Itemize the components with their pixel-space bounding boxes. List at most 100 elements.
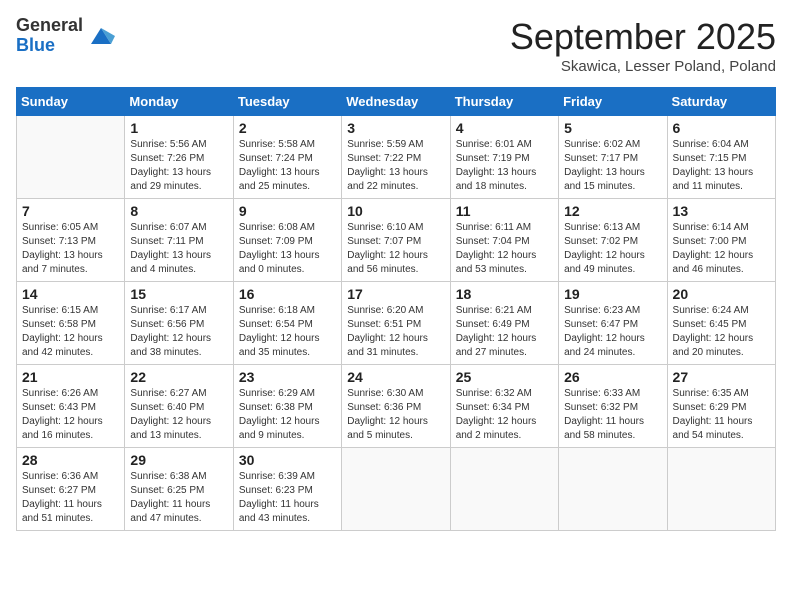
calendar-cell xyxy=(17,116,125,199)
calendar-cell: 15 Sunrise: 6:17 AM Sunset: 6:56 PM Dayli… xyxy=(125,282,233,365)
day-info: Sunrise: 6:10 AM Sunset: 7:07 PM Dayligh… xyxy=(347,221,444,277)
day-number: 2 xyxy=(239,120,336,136)
calendar-cell: 30 Sunrise: 6:39 AM Sunset: 6:23 PM Dayli… xyxy=(233,448,341,531)
day-number: 22 xyxy=(130,369,227,385)
week-row-1: 1 Sunrise: 5:56 AM Sunset: 7:26 PM Daylig… xyxy=(17,116,776,199)
calendar-cell: 11 Sunrise: 6:11 AM Sunset: 7:04 PM Dayli… xyxy=(450,199,558,282)
day-number: 23 xyxy=(239,369,336,385)
week-row-2: 7Sunrise: 6:05 AM Sunset: 7:13 PM Daylig… xyxy=(17,199,776,282)
day-number: 7 xyxy=(22,203,119,219)
day-info: Sunrise: 6:33 AM Sunset: 6:32 PM Dayligh… xyxy=(564,387,661,443)
day-info: Sunrise: 6:29 AM Sunset: 6:38 PM Dayligh… xyxy=(239,387,336,443)
week-row-3: 14Sunrise: 6:15 AM Sunset: 6:58 PM Dayli… xyxy=(17,282,776,365)
day-number: 9 xyxy=(239,203,336,219)
day-info: Sunrise: 6:11 AM Sunset: 7:04 PM Dayligh… xyxy=(456,221,553,277)
logo-blue: Blue xyxy=(16,36,83,56)
calendar-cell: 13Sunrise: 6:14 AM Sunset: 7:00 PM Dayli… xyxy=(667,199,775,282)
calendar-cell: 9 Sunrise: 6:08 AM Sunset: 7:09 PM Daylig… xyxy=(233,199,341,282)
day-info: Sunrise: 6:17 AM Sunset: 6:56 PM Dayligh… xyxy=(130,304,227,360)
calendar-cell: 24 Sunrise: 6:30 AM Sunset: 6:36 PM Dayli… xyxy=(342,365,450,448)
calendar-cell: 14Sunrise: 6:15 AM Sunset: 6:58 PM Dayli… xyxy=(17,282,125,365)
day-header-tuesday: Tuesday xyxy=(233,88,341,116)
day-header-wednesday: Wednesday xyxy=(342,88,450,116)
calendar-table: SundayMondayTuesdayWednesdayThursdayFrid… xyxy=(16,87,776,531)
title-block: September 2025 Skawica, Lesser Poland, P… xyxy=(510,16,776,75)
day-number: 27 xyxy=(673,369,770,385)
day-number: 20 xyxy=(673,286,770,302)
calendar-cell xyxy=(667,448,775,531)
day-header-monday: Monday xyxy=(125,88,233,116)
day-number: 12 xyxy=(564,203,661,219)
day-header-saturday: Saturday xyxy=(667,88,775,116)
day-number: 17 xyxy=(347,286,444,302)
day-number: 19 xyxy=(564,286,661,302)
calendar-header-row: SundayMondayTuesdayWednesdayThursdayFrid… xyxy=(17,88,776,116)
day-info: Sunrise: 5:56 AM Sunset: 7:26 PM Dayligh… xyxy=(130,138,227,194)
day-info: Sunrise: 6:38 AM Sunset: 6:25 PM Dayligh… xyxy=(130,470,227,526)
calendar-cell: 23 Sunrise: 6:29 AM Sunset: 6:38 PM Dayli… xyxy=(233,365,341,448)
calendar-cell: 1 Sunrise: 5:56 AM Sunset: 7:26 PM Daylig… xyxy=(125,116,233,199)
day-number: 1 xyxy=(130,120,227,136)
day-number: 29 xyxy=(130,452,227,468)
calendar-cell: 18 Sunrise: 6:21 AM Sunset: 6:49 PM Dayli… xyxy=(450,282,558,365)
calendar-cell: 5 Sunrise: 6:02 AM Sunset: 7:17 PM Daylig… xyxy=(559,116,667,199)
calendar-cell: 12 Sunrise: 6:13 AM Sunset: 7:02 PM Dayli… xyxy=(559,199,667,282)
calendar-cell: 16Sunrise: 6:18 AM Sunset: 6:54 PM Dayli… xyxy=(233,282,341,365)
calendar-cell: 10 Sunrise: 6:10 AM Sunset: 7:07 PM Dayli… xyxy=(342,199,450,282)
day-number: 3 xyxy=(347,120,444,136)
day-info: Sunrise: 6:27 AM Sunset: 6:40 PM Dayligh… xyxy=(130,387,227,443)
calendar-cell: 26Sunrise: 6:33 AM Sunset: 6:32 PM Dayli… xyxy=(559,365,667,448)
week-row-4: 21Sunrise: 6:26 AM Sunset: 6:43 PM Dayli… xyxy=(17,365,776,448)
day-number: 15 xyxy=(130,286,227,302)
day-info: Sunrise: 6:13 AM Sunset: 7:02 PM Dayligh… xyxy=(564,221,661,277)
day-number: 5 xyxy=(564,120,661,136)
day-info: Sunrise: 6:08 AM Sunset: 7:09 PM Dayligh… xyxy=(239,221,336,277)
day-number: 4 xyxy=(456,120,553,136)
calendar-cell: 22 Sunrise: 6:27 AM Sunset: 6:40 PM Dayli… xyxy=(125,365,233,448)
logo-icon xyxy=(87,22,115,50)
day-info: Sunrise: 6:02 AM Sunset: 7:17 PM Dayligh… xyxy=(564,138,661,194)
calendar-cell: 27 Sunrise: 6:35 AM Sunset: 6:29 PM Dayli… xyxy=(667,365,775,448)
calendar-cell: 28 Sunrise: 6:36 AM Sunset: 6:27 PM Dayli… xyxy=(17,448,125,531)
day-info: Sunrise: 6:07 AM Sunset: 7:11 PM Dayligh… xyxy=(130,221,227,277)
calendar-cell: 8 Sunrise: 6:07 AM Sunset: 7:11 PM Daylig… xyxy=(125,199,233,282)
day-number: 18 xyxy=(456,286,553,302)
day-info: Sunrise: 6:23 AM Sunset: 6:47 PM Dayligh… xyxy=(564,304,661,360)
calendar-cell: 4 Sunrise: 6:01 AM Sunset: 7:19 PM Daylig… xyxy=(450,116,558,199)
calendar-cell: 21Sunrise: 6:26 AM Sunset: 6:43 PM Dayli… xyxy=(17,365,125,448)
page-header: General Blue September 2025 Skawica, Les… xyxy=(16,16,776,75)
calendar-cell: 7Sunrise: 6:05 AM Sunset: 7:13 PM Daylig… xyxy=(17,199,125,282)
day-number: 11 xyxy=(456,203,553,219)
day-info: Sunrise: 6:35 AM Sunset: 6:29 PM Dayligh… xyxy=(673,387,770,443)
day-info: Sunrise: 6:36 AM Sunset: 6:27 PM Dayligh… xyxy=(22,470,119,526)
calendar-cell: 3Sunrise: 5:59 AM Sunset: 7:22 PM Daylig… xyxy=(342,116,450,199)
calendar-cell: 29 Sunrise: 6:38 AM Sunset: 6:25 PM Dayli… xyxy=(125,448,233,531)
day-number: 24 xyxy=(347,369,444,385)
calendar-cell: 2Sunrise: 5:58 AM Sunset: 7:24 PM Daylig… xyxy=(233,116,341,199)
day-info: Sunrise: 6:24 AM Sunset: 6:45 PM Dayligh… xyxy=(673,304,770,360)
day-number: 25 xyxy=(456,369,553,385)
day-header-friday: Friday xyxy=(559,88,667,116)
calendar-cell: 17Sunrise: 6:20 AM Sunset: 6:51 PM Dayli… xyxy=(342,282,450,365)
calendar-cell: 25Sunrise: 6:32 AM Sunset: 6:34 PM Dayli… xyxy=(450,365,558,448)
logo: General Blue xyxy=(16,16,115,56)
day-number: 28 xyxy=(22,452,119,468)
month-title: September 2025 xyxy=(510,16,776,58)
day-info: Sunrise: 6:39 AM Sunset: 6:23 PM Dayligh… xyxy=(239,470,336,526)
day-info: Sunrise: 6:04 AM Sunset: 7:15 PM Dayligh… xyxy=(673,138,770,194)
day-number: 8 xyxy=(130,203,227,219)
day-info: Sunrise: 6:21 AM Sunset: 6:49 PM Dayligh… xyxy=(456,304,553,360)
day-info: Sunrise: 6:14 AM Sunset: 7:00 PM Dayligh… xyxy=(673,221,770,277)
day-info: Sunrise: 6:30 AM Sunset: 6:36 PM Dayligh… xyxy=(347,387,444,443)
day-number: 6 xyxy=(673,120,770,136)
calendar-cell xyxy=(450,448,558,531)
day-info: Sunrise: 6:01 AM Sunset: 7:19 PM Dayligh… xyxy=(456,138,553,194)
location: Skawica, Lesser Poland, Poland xyxy=(510,58,776,75)
calendar-cell: 6 Sunrise: 6:04 AM Sunset: 7:15 PM Daylig… xyxy=(667,116,775,199)
day-info: Sunrise: 6:18 AM Sunset: 6:54 PM Dayligh… xyxy=(239,304,336,360)
day-info: Sunrise: 6:15 AM Sunset: 6:58 PM Dayligh… xyxy=(22,304,119,360)
calendar-cell xyxy=(559,448,667,531)
calendar-cell xyxy=(342,448,450,531)
day-number: 10 xyxy=(347,203,444,219)
day-number: 30 xyxy=(239,452,336,468)
